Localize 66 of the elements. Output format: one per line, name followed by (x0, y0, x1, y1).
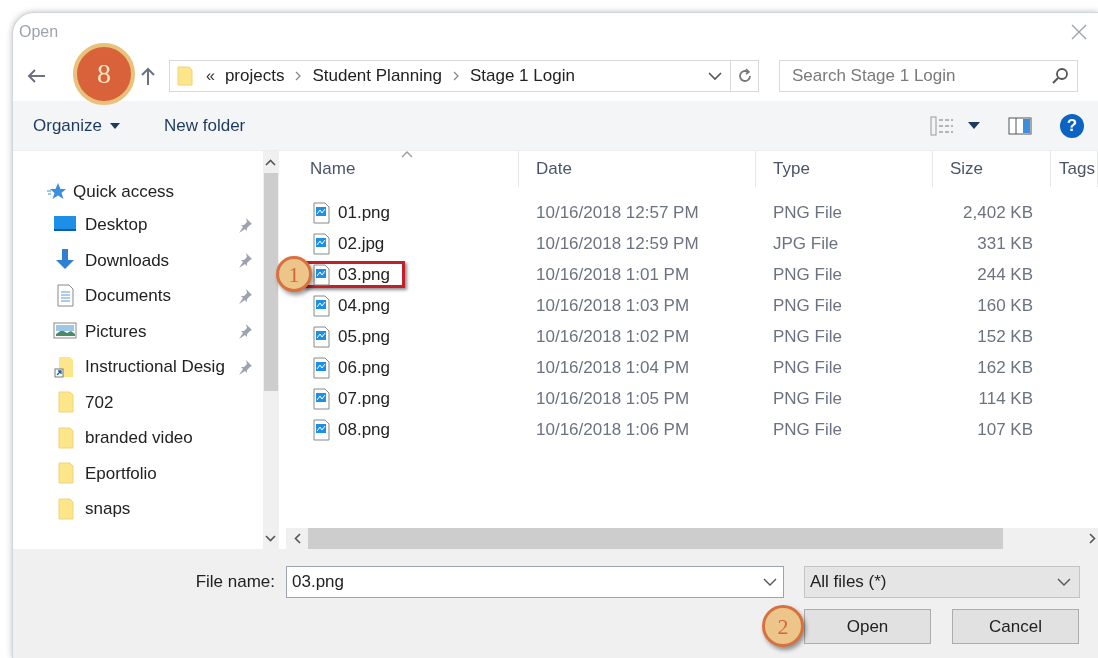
file-name-cell[interactable]: 02.jpg (303, 230, 400, 257)
table-cell-text: 160 KB (977, 294, 1033, 317)
step-number-badge: 1 (276, 256, 312, 292)
file-name-cell[interactable]: 06.png (303, 354, 405, 381)
column-header[interactable]: Type (756, 151, 933, 187)
table-cell-text: 162 KB (977, 356, 1033, 379)
sidebar-item[interactable]: Eportfolio (13, 455, 263, 491)
table-cell-text: 10/16/2018 12:59 PM (535, 232, 700, 255)
search-field[interactable]: Search Stage 1 Login (779, 60, 1078, 92)
file-name-cell[interactable]: 08.png (303, 416, 405, 443)
file-name-combobox[interactable]: 03.png (286, 566, 784, 598)
breadcrumb-item[interactable]: Stage 1 Login (469, 63, 575, 89)
window-title: Open (19, 22, 59, 42)
table-cell-text: 244 KB (977, 263, 1033, 286)
file-name-field[interactable]: 03.png (292, 569, 763, 595)
file-name-cell[interactable]: 04.png (303, 292, 405, 319)
table-cell-text: PNG File (772, 356, 843, 379)
step-number-badge: 8 (73, 43, 135, 105)
table-cell-text: 114 KB (978, 387, 1033, 410)
file-name-cell[interactable]: 05.png (303, 323, 405, 350)
file-name-cell[interactable]: 01.png (303, 199, 405, 226)
column-header[interactable]: Tags (1051, 151, 1098, 187)
cancel-button[interactable]: Cancel (952, 609, 1079, 644)
file-name-cell[interactable]: 07.png (303, 385, 405, 412)
file-type-dropdown[interactable]: All files (*) (804, 566, 1080, 598)
path-overflow-button[interactable]: « (206, 64, 215, 88)
field-label: File name: (195, 571, 275, 594)
table-cell-text: PNG File (772, 294, 843, 317)
table-cell-text: 10/16/2018 1:06 PM (535, 418, 691, 441)
table-cell-text: PNG File (772, 387, 843, 410)
address-bar[interactable]: « projects Student Planning Stage 1 Login (169, 60, 759, 92)
search-input[interactable]: Search Stage 1 Login (792, 63, 1051, 89)
sidebar-item[interactable]: Desktop (13, 207, 263, 243)
table-cell-text: 10/16/2018 12:57 PM (535, 201, 700, 224)
table-cell-text: 10/16/2018 1:02 PM (535, 325, 691, 348)
table-cell-text: 2,402 KB (963, 201, 1033, 224)
sidebar-item[interactable]: Documents (13, 278, 263, 314)
table-cell-text: 10/16/2018 1:05 PM (535, 387, 691, 410)
step-number-badge: 2 (762, 605, 804, 647)
breadcrumb-item[interactable]: Student Planning (312, 63, 442, 89)
sidebar-item[interactable]: snaps (13, 491, 263, 527)
sidebar-item[interactable]: Pictures (13, 313, 263, 349)
open-button[interactable]: Open (804, 609, 931, 644)
table-cell-text: 10/16/2018 1:03 PM (535, 294, 691, 317)
column-header[interactable]: Date (519, 151, 756, 187)
table-cell-text: 331 KB (977, 232, 1033, 255)
column-header[interactable]: Size (933, 151, 1051, 187)
table-cell-text: PNG File (772, 418, 843, 441)
help-button[interactable]: ? (1060, 113, 1084, 138)
sidebar-item[interactable]: Quick access (13, 177, 263, 207)
column-header[interactable]: Name (286, 151, 519, 187)
table-cell-text: 152 KB (977, 325, 1033, 348)
organize-menu[interactable]: Organize (33, 112, 120, 139)
table-cell-text: 10/16/2018 1:04 PM (535, 356, 691, 379)
table-cell-text: PNG File (772, 201, 843, 224)
breadcrumb-item[interactable]: projects (224, 63, 285, 89)
sidebar-item[interactable]: branded video (13, 420, 263, 456)
table-cell-text: 10/16/2018 1:01 PM (535, 263, 691, 286)
new-folder-button[interactable]: New folder (164, 112, 246, 139)
sidebar-item[interactable]: Instructional Desig (13, 349, 263, 385)
sidebar-item[interactable]: Downloads (13, 242, 263, 278)
sidebar-item[interactable]: 702 (13, 384, 263, 420)
table-cell-text: PNG File (772, 325, 843, 348)
table-cell-text: PNG File (772, 263, 843, 286)
table-cell-text: JPG File (772, 232, 840, 255)
table-cell-text: 107 KB (977, 418, 1033, 441)
